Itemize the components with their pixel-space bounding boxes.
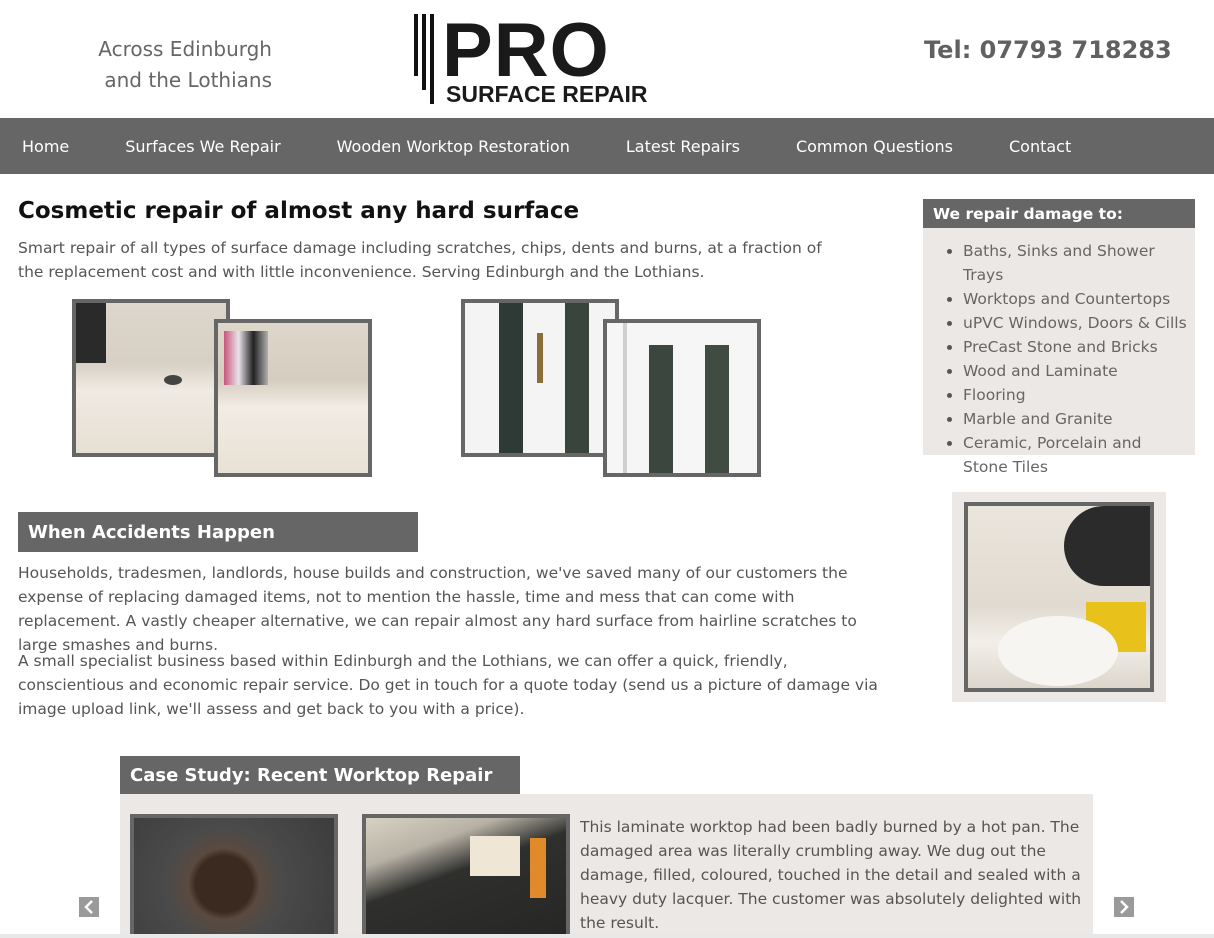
technician-photo (964, 502, 1154, 692)
page-title: Cosmetic repair of almost any hard surfa… (18, 198, 580, 224)
chevron-left-icon (84, 900, 93, 914)
chevron-right-icon (1120, 900, 1129, 914)
list-item: Flooring (945, 383, 1187, 407)
worktop-damage-photo[interactable] (130, 814, 338, 938)
bath-after-photo (214, 319, 372, 477)
list-item: uPVC Windows, Doors & Cills (945, 311, 1187, 335)
list-item: PreCast Stone and Bricks (945, 335, 1187, 359)
list-item: Wood and Laminate (945, 359, 1187, 383)
nav-item-latest-repairs[interactable]: Latest Repairs (626, 137, 740, 156)
site-header: Across Edinburgh and the Lothians PRO SU… (0, 0, 1214, 118)
main-nav: Home Surfaces We Repair Wooden Worktop R… (0, 118, 1214, 174)
carousel-next-button[interactable] (1114, 897, 1134, 917)
door-before-photo (461, 299, 619, 457)
bath-before-photo (72, 299, 230, 457)
nav-item-surfaces[interactable]: Surfaces We Repair (125, 137, 280, 156)
carousel-prev-button[interactable] (79, 897, 99, 917)
tagline-line-2: and the Lothians (104, 68, 272, 92)
list-item: Ceramic, Porcelain and Stone Tiles (945, 431, 1187, 479)
worktop-repair-photo[interactable] (362, 814, 570, 938)
nav-item-contact[interactable]: Contact (1009, 137, 1071, 156)
tagline-line-1: Across Edinburgh (98, 37, 272, 61)
intro-text: Smart repair of all types of surface dam… (18, 239, 822, 281)
nav-item-common-questions[interactable]: Common Questions (796, 137, 953, 156)
list-item: Marble and Granite (945, 407, 1187, 431)
header-tagline: Across Edinburgh and the Lothians (80, 34, 272, 96)
sidebar-photo-frame (952, 492, 1166, 702)
nav-item-wooden-worktop[interactable]: Wooden Worktop Restoration (337, 137, 570, 156)
sidebar-list-panel: Baths, Sinks and Shower Trays Worktops a… (923, 228, 1195, 476)
nav-item-home[interactable]: Home (22, 137, 69, 156)
phone-number[interactable]: Tel: 07793 718283 (924, 36, 1172, 64)
sidebar-heading: We repair damage to: (923, 199, 1195, 228)
repair-list: Baths, Sinks and Shower Trays Worktops a… (923, 228, 1195, 479)
site-logo[interactable]: PRO SURFACE REPAIR (412, 8, 668, 107)
logo-subtext: SURFACE REPAIR (446, 81, 648, 106)
case-study-text: This laminate worktop had been badly bur… (580, 818, 1082, 932)
case-study-heading: Case Study: Recent Worktop Repair (120, 756, 520, 794)
page-bottom-divider (0, 934, 1214, 938)
accidents-section-heading: When Accidents Happen (18, 512, 418, 552)
list-item: Worktops and Countertops (945, 287, 1187, 311)
accidents-paragraph-2: A small specialist business based within… (18, 652, 878, 718)
list-item: Baths, Sinks and Shower Trays (945, 239, 1187, 287)
accidents-paragraph-1: Households, tradesmen, landlords, house … (18, 564, 857, 654)
door-after-photo (603, 319, 761, 477)
